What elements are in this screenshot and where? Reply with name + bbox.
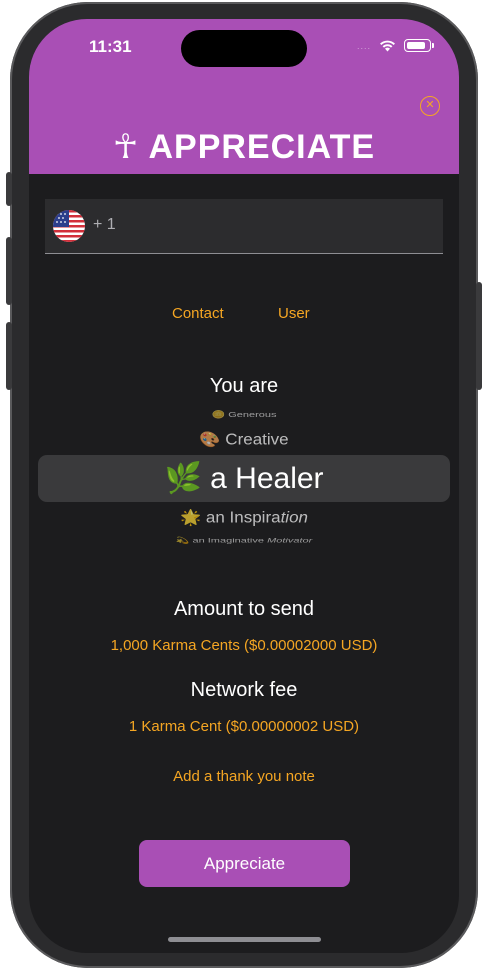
power-button bbox=[476, 282, 482, 390]
fee-value: 1 Karma Cent ($0.00000002 USD) bbox=[128, 718, 360, 735]
picker-item-imaginative-motivator[interactable]: 💫 an Imaginative Motivator bbox=[29, 537, 459, 545]
dynamic-island bbox=[181, 30, 307, 67]
battery-icon bbox=[404, 39, 434, 52]
volume-down-button bbox=[6, 322, 12, 390]
trait-heading: You are bbox=[209, 375, 279, 397]
picker-item-generous[interactable]: 🪙 Generous bbox=[29, 410, 459, 419]
star-icon: 🌟 bbox=[180, 509, 202, 527]
page-title: ☥ APPRECIATE bbox=[112, 128, 376, 166]
appreciate-button[interactable]: Appreciate bbox=[139, 840, 350, 887]
status-indicators: .... bbox=[356, 39, 434, 52]
cellular-signal-icon: .... bbox=[356, 40, 371, 51]
picker-item-inspiration[interactable]: 🌟 an Inspiration bbox=[29, 509, 459, 527]
action-button bbox=[6, 172, 12, 206]
palette-icon: 🎨 bbox=[199, 431, 221, 449]
dial-code[interactable]: + 1 bbox=[93, 216, 393, 234]
close-icon[interactable]: ✕ bbox=[420, 96, 440, 116]
coin-icon: 🪙 bbox=[211, 410, 226, 420]
us-flag-icon[interactable] bbox=[53, 210, 85, 242]
sparkle-icon: 💫 bbox=[175, 537, 190, 545]
add-note-link[interactable]: Add a thank you note bbox=[29, 768, 459, 785]
amount-heading: Amount to send bbox=[173, 598, 315, 620]
volume-up-button bbox=[6, 237, 12, 305]
tab-contact[interactable]: Contact bbox=[172, 305, 224, 322]
battery-level bbox=[406, 41, 426, 49]
picker-item-healer[interactable]: 🌿 a Healer bbox=[29, 461, 459, 496]
amount-value[interactable]: 1,000 Karma Cents ($0.00002000 USD) bbox=[29, 637, 459, 654]
home-indicator bbox=[168, 937, 321, 942]
fee-heading: Network fee bbox=[190, 679, 298, 701]
wifi-icon bbox=[380, 40, 395, 52]
phone-number-field[interactable]: + 1 bbox=[45, 199, 443, 254]
picker-item-creative[interactable]: 🎨 Creative bbox=[29, 431, 459, 449]
app-screen: 11:31 .... ✕ ☥ APPRECIATE + 1 Contact Us… bbox=[29, 19, 459, 953]
status-time: 11:31 bbox=[89, 37, 132, 56]
herb-icon: 🌿 bbox=[164, 462, 202, 495]
tab-user[interactable]: User bbox=[278, 305, 310, 322]
